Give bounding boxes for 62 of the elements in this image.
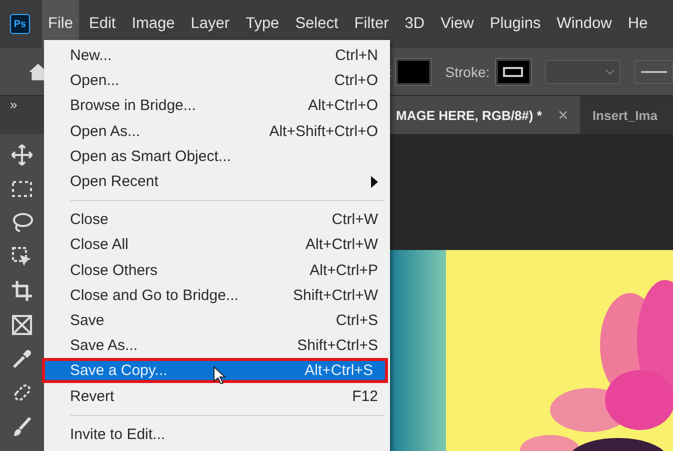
menu-item[interactable]: 3D: [398, 0, 431, 48]
menu-item-label: Save: [70, 312, 104, 329]
menu-item-label: Revert: [70, 388, 114, 405]
object-selection-icon[interactable]: [11, 246, 33, 268]
menu-item[interactable]: View: [434, 0, 480, 48]
menu-item[interactable]: Invite to Edit...: [44, 422, 390, 447]
stroke-swatch[interactable]: [496, 58, 531, 84]
shortcut-label: Alt+Ctrl+O: [308, 97, 378, 114]
close-tab-button[interactable]: ×: [558, 104, 568, 126]
menu-item[interactable]: Open... Ctrl+O: [44, 68, 390, 94]
shortcut-label: Alt+Shift+Ctrl+O: [269, 122, 378, 140]
menu-item-label: Close All: [70, 236, 128, 254]
shortcut-label: Ctrl+O: [334, 72, 378, 90]
move-icon[interactable]: [11, 144, 33, 166]
chevron-down-icon: [605, 68, 616, 74]
menu-item[interactable]: Open as Smart Object...: [44, 144, 390, 169]
menu-item[interactable]: Save a Copy... Alt+Ctrl+S: [42, 358, 388, 384]
menu-item[interactable]: Open Recent: [44, 168, 390, 194]
menu-item-label: Open As...: [70, 122, 140, 140]
menu-item[interactable]: Close Others Alt+Ctrl+P: [44, 258, 390, 283]
menu-item[interactable]: Revert F12: [44, 383, 390, 409]
menu-item[interactable]: Close Ctrl+W: [44, 207, 390, 232]
lasso-icon[interactable]: [11, 212, 33, 234]
menu-item[interactable]: Save As... Shift+Ctrl+S: [44, 333, 390, 358]
expand-panel-button[interactable]: »: [10, 96, 18, 134]
shortcut-label: Ctrl+S: [336, 312, 378, 329]
menu-item[interactable]: Close and Go to Bridge... Shift+Ctrl+W: [44, 282, 390, 308]
menu-item[interactable]: Close All Alt+Ctrl+W: [44, 232, 390, 258]
shortcut-label: Alt+Ctrl+P: [310, 262, 378, 279]
shortcut-label: Alt+Ctrl+W: [305, 236, 378, 254]
stroke-label: Stroke:: [445, 64, 490, 80]
eyedropper-icon[interactable]: [11, 348, 33, 370]
menu-item-label: Close and Go to Bridge...: [70, 286, 238, 304]
menu-item-label: Browse in Bridge...: [70, 97, 196, 114]
fill-swatch[interactable]: [396, 58, 432, 84]
shortcut-label: Alt+Ctrl+S: [304, 362, 373, 380]
menu-item-label: Invite to Edit...: [70, 426, 166, 443]
menu-item[interactable]: He: [622, 0, 654, 48]
crop-icon[interactable]: [11, 280, 33, 302]
shortcut-label: Shift+Ctrl+W: [292, 286, 378, 304]
app-logo: Ps: [10, 14, 30, 34]
shortcut-label: Ctrl+W: [332, 211, 378, 228]
stroke-type-dropdown[interactable]: [634, 60, 673, 84]
menu-item[interactable]: Save Ctrl+S: [44, 308, 390, 334]
shortcut-label: F12: [352, 388, 378, 405]
shortcut-label: Shift+Ctrl+S: [297, 337, 378, 354]
shortcut-label: Ctrl+N: [335, 47, 378, 64]
menu-item-label: Open...: [70, 72, 120, 90]
menu-item-label: Close: [70, 211, 108, 228]
menu-item-label: Open Recent: [70, 173, 158, 190]
menu-item[interactable]: Plugins: [484, 0, 547, 48]
mouse-pointer-icon: [213, 366, 226, 384]
menu-item-label: Save a Copy...: [70, 362, 168, 380]
menu-item-label: Open as Smart Object...: [70, 148, 231, 165]
menu-item-label: Save As...: [70, 337, 138, 354]
frame-icon[interactable]: [11, 314, 33, 336]
menu-item[interactable]: Window: [550, 0, 618, 48]
marquee-icon[interactable]: [11, 178, 33, 200]
menu-item-label: Close Others: [70, 262, 158, 279]
document-tab[interactable]: Insert_Ima: [580, 96, 670, 134]
brush-icon[interactable]: [11, 416, 33, 438]
menu-item-label: New...: [70, 47, 112, 64]
